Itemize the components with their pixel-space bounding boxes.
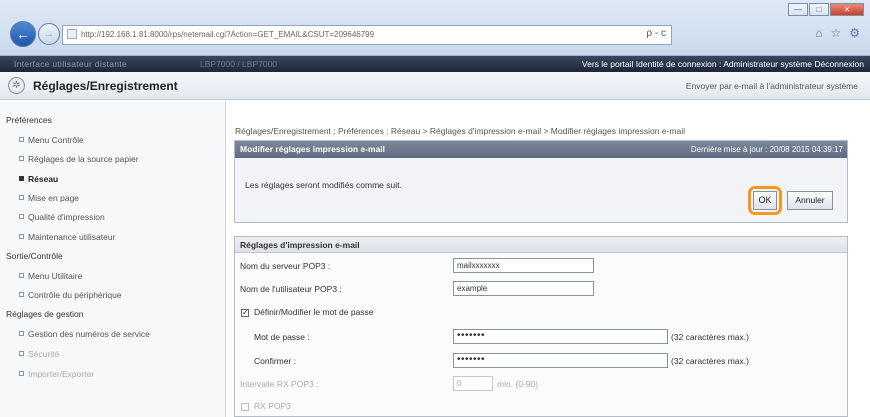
bullet-icon: [19, 371, 24, 376]
password-field[interactable]: •••••••: [453, 329, 668, 344]
email-admin-link[interactable]: Envoyer par e-mail à l'administrateur sy…: [686, 81, 858, 91]
sidebar-item-print-quality[interactable]: Qualité d'impression: [19, 212, 105, 222]
set-password-label: Définir/Modifier le mot de passe: [254, 307, 374, 317]
sidebar: Préférences Menu Contrôle Réglages de la…: [0, 101, 226, 417]
arrow-left-icon: ←: [16, 26, 30, 42]
sidebar-item-user-maintenance[interactable]: Maintenance utilisateur: [19, 232, 115, 242]
sidebar-item-layout[interactable]: Mise en page: [19, 193, 79, 203]
window-controls: — □ ✕: [787, 3, 864, 16]
confirm-password-label: Confirmer :: [254, 356, 297, 366]
back-button[interactable]: ←: [10, 21, 36, 47]
confirm-password-hint: (32 caractères max.): [671, 356, 749, 366]
interval-hint: min. (0-90): [497, 379, 539, 389]
address-tools[interactable]: ρ - c: [538, 25, 672, 45]
settings-icon[interactable]: ⚙: [849, 26, 860, 40]
confirm-panel-title: Modifier réglages impression e-mail: [240, 144, 386, 154]
pop3-server-field[interactable]: mailxxxxxxx: [453, 258, 594, 273]
top-navigation-bar: Interface utilisateur distante LBP7000 /…: [0, 56, 870, 72]
password-hint: (32 caractères max.): [671, 332, 749, 342]
page-title: Réglages/Enregistrement: [33, 79, 178, 93]
sidebar-section-output-control[interactable]: Sortie/Contrôle: [6, 251, 63, 261]
page-header: ✲ Réglages/Enregistrement Envoyer par e-…: [0, 72, 870, 100]
interval-label: Intervalle RX POP3 :: [240, 379, 319, 389]
confirm-panel: Modifier réglages impression e-mail Dern…: [234, 140, 848, 223]
portal-links[interactable]: Vers le portail Identité de connexion : …: [582, 56, 864, 72]
confirm-message: Les réglages seront modifiés comme suit.: [245, 180, 402, 190]
home-icon[interactable]: ⌂: [815, 26, 822, 40]
sidebar-item-paper-source[interactable]: Réglages de la source papier: [19, 154, 139, 164]
sidebar-item-menu-controle[interactable]: Menu Contrôle: [19, 135, 84, 145]
minimize-icon[interactable]: —: [788, 3, 808, 16]
last-update: Dernière mise à jour : 20/08 2015 04:39:…: [690, 145, 843, 154]
device-name: LBP7000 / LBP7000: [200, 59, 278, 69]
settings-panel: Réglages d'impression e-mail Nom du serv…: [234, 236, 848, 417]
pop3-user-field[interactable]: example: [453, 281, 594, 296]
bullet-icon: [19, 137, 24, 142]
site-icon: [67, 29, 77, 39]
settings-panel-title: Réglages d'impression e-mail: [235, 237, 847, 253]
confirm-password-field[interactable]: •••••••: [453, 353, 668, 368]
sidebar-section-management[interactable]: Réglages de gestion: [6, 309, 84, 319]
bullet-icon: [19, 273, 24, 278]
bullet-icon: [19, 351, 24, 356]
product-name: Interface utilisateur distante: [14, 59, 127, 69]
bullet-icon: [19, 234, 24, 239]
rx-pop3-label: RX POP3: [254, 401, 291, 411]
password-label: Mot de passe :: [254, 332, 310, 342]
bullet-icon: [19, 214, 24, 219]
maximize-icon[interactable]: □: [809, 3, 829, 16]
sidebar-item-security[interactable]: Sécurité: [19, 349, 59, 359]
sidebar-item-network[interactable]: Réseau: [19, 174, 58, 184]
pop3-user-label: Nom de l'utilisateur POP3 :: [240, 284, 342, 294]
sidebar-section-preferences[interactable]: Préférences: [6, 115, 52, 125]
cancel-button[interactable]: Annuler: [787, 191, 833, 210]
close-icon[interactable]: ✕: [830, 3, 864, 16]
url-text: http://192.168.1.81:8000/rps/netemail.cg…: [81, 30, 375, 39]
settings-gear-icon: ✲: [8, 77, 25, 94]
ok-button[interactable]: OK: [753, 191, 777, 210]
confirm-panel-header: Modifier réglages impression e-mail Dern…: [235, 141, 847, 158]
bullet-icon: [19, 176, 24, 181]
set-password-checkbox[interactable]: ✓: [241, 309, 249, 317]
pop3-server-label: Nom du serveur POP3 :: [240, 261, 331, 271]
arrow-right-icon: →: [43, 28, 55, 40]
interval-field[interactable]: 0: [453, 376, 493, 391]
bullet-icon: [19, 156, 24, 161]
favorites-icon[interactable]: ☆: [830, 26, 841, 40]
sidebar-item-utility-menu[interactable]: Menu Utilitaire: [19, 271, 82, 281]
sidebar-item-import-export[interactable]: Importer/Exporter: [19, 369, 94, 379]
rx-pop3-checkbox[interactable]: [241, 403, 249, 411]
forward-button[interactable]: →: [38, 23, 60, 45]
browser-toolbar-icons: ⌂ ☆ ⚙: [815, 26, 860, 40]
sidebar-item-device-control[interactable]: Contrôle du périphérique: [19, 290, 122, 300]
bullet-icon: [19, 195, 24, 200]
browser-chrome: — □ ✕ ← → http://192.168.1.81:8000/rps/n…: [0, 0, 870, 56]
bullet-icon: [19, 292, 24, 297]
bullet-icon: [19, 331, 24, 336]
breadcrumb[interactable]: Réglages/Enregistrement : Préférences : …: [235, 126, 685, 136]
sidebar-item-service-numbers[interactable]: Gestion des numéros de service: [19, 329, 150, 339]
